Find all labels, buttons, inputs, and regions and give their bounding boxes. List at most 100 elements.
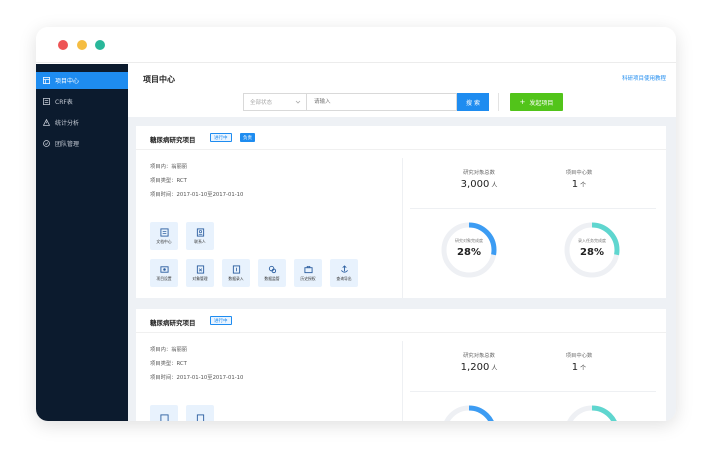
centers-count-value: 1个: [534, 362, 624, 373]
status-select-value: 全部状态: [250, 100, 273, 106]
settings-icon: [159, 265, 169, 274]
minimize-window-button[interactable]: [77, 40, 87, 50]
subject-completion-donut: 研究对象完成度 28%: [440, 221, 498, 279]
subject-icon: [196, 264, 205, 274]
toolbar-divider: [498, 93, 499, 111]
plus-icon: +: [519, 98, 526, 106]
donut-label: 录入任务完成度: [578, 238, 606, 243]
data-entry-button[interactable]: 数据录入: [222, 259, 250, 287]
sidebar-item-label: 团队管理: [55, 141, 80, 148]
main-content: 项目中心 科研项目使用教程 全部状态 搜 索 + 发起项目 糖尿病研究项目 进行…: [128, 64, 676, 421]
warning-icon: [43, 119, 50, 126]
centers-count-value: 1个: [534, 179, 624, 190]
query-export-button[interactable]: 查询导出: [330, 259, 358, 287]
project-card-header: 糖尿病研究项目 进行中 负责: [136, 126, 666, 150]
data-entry-icon: [232, 264, 241, 274]
project-type: 项目类型：RCT: [150, 178, 187, 184]
function-label: 数据监管: [264, 275, 280, 281]
document-icon: [159, 227, 169, 237]
centers-count-number: 1: [571, 179, 579, 190]
create-project-label: 发起项目: [529, 99, 554, 107]
project-settings-button[interactable]: 项目设置: [150, 259, 178, 287]
project-owner: 项目内：翁丽丽: [150, 347, 188, 353]
title-bar: [36, 27, 676, 63]
sidebar-item-label: 统计分析: [55, 120, 80, 127]
status-badge: 进行中: [210, 133, 232, 142]
donut-label: 研究对象完成度: [455, 238, 483, 243]
grid-icon: [43, 77, 50, 84]
chevron-down-icon: [295, 99, 301, 105]
form-icon: [43, 98, 50, 105]
contacts-icon: [196, 413, 205, 421]
donut-percent: 28%: [580, 247, 604, 258]
create-project-button[interactable]: + 发起项目: [510, 93, 563, 111]
subjects-total-unit: 人: [491, 182, 498, 189]
centers-count-number: 1: [571, 362, 579, 373]
maximize-window-button[interactable]: [95, 40, 105, 50]
sidebar-item-crf[interactable]: CRF表: [36, 93, 128, 110]
function-label: 历史授权: [300, 275, 316, 281]
page-title: 项目中心: [143, 75, 175, 84]
centers-count-unit: 个: [580, 182, 587, 189]
function-label: 项目设置: [156, 275, 172, 281]
subjects-total-value: 1,200 人: [434, 362, 524, 373]
project-card: 糖尿病研究项目 进行中 负责 项目内：翁丽丽 项目类型：RCT 项目时间：201…: [136, 126, 666, 298]
sidebar-item-statistics[interactable]: 统计分析: [36, 114, 128, 131]
sidebar-item-projects[interactable]: 项目中心: [36, 72, 128, 89]
sidebar: 项目中心 CRF表 统计分析 团队管理: [36, 64, 128, 421]
export-icon: [340, 264, 349, 274]
subjects-total-value: 3,000 人: [434, 179, 524, 190]
monitor-icon: [268, 265, 277, 274]
app-window: 项目中心 CRF表 统计分析 团队管理 项目中心 科研项目使用教程 全部状态 搜…: [36, 27, 676, 421]
document-center-button[interactable]: 文档中心: [150, 222, 178, 250]
contacts-icon: [196, 227, 205, 237]
document-center-button[interactable]: [150, 405, 178, 421]
function-label: 对象管理: [192, 275, 208, 281]
project-title[interactable]: 糖尿病研究项目: [150, 134, 196, 144]
project-time: 项目时间：2017-01-10至2017-01-10: [150, 375, 244, 381]
close-window-button[interactable]: [58, 40, 68, 50]
contacts-button[interactable]: [186, 405, 214, 421]
tutorial-link[interactable]: 科研项目使用教程: [622, 74, 666, 82]
subject-completion-donut: [440, 404, 498, 421]
project-owner: 项目内：翁丽丽: [150, 164, 188, 170]
history-authorization-button[interactable]: 历史授权: [294, 259, 322, 287]
entry-completion-donut: 录入任务完成度 28%: [563, 221, 621, 279]
search-input[interactable]: [306, 93, 457, 111]
sidebar-item-team[interactable]: 团队管理: [36, 135, 128, 152]
centers-count-label: 项目中心数: [565, 170, 593, 176]
subjects-total-label: 研究对象总数: [463, 353, 495, 359]
subjects-total-number: 1,200: [460, 362, 490, 373]
sidebar-item-label: 项目中心: [55, 78, 80, 85]
stats-divider: [410, 391, 656, 392]
function-label: 数据录入: [228, 275, 244, 281]
function-label: 文档中心: [156, 238, 172, 244]
subjects-total-label: 研究对象总数: [463, 170, 495, 176]
function-label: 查询导出: [336, 275, 352, 281]
role-badge: 负责: [240, 133, 255, 142]
status-select[interactable]: 全部状态: [243, 93, 307, 111]
search-button[interactable]: 搜 索: [457, 93, 489, 111]
sidebar-item-label: CRF表: [55, 99, 73, 106]
project-card-header: 糖尿病研究项目 进行中: [136, 309, 666, 333]
card-divider: [402, 158, 403, 298]
stats-divider: [410, 208, 656, 209]
project-title[interactable]: 糖尿病研究项目: [150, 317, 196, 327]
check-circle-icon: [43, 140, 50, 147]
project-time: 项目时间：2017-01-10至2017-01-10: [150, 192, 244, 198]
entry-completion-donut: [563, 404, 621, 421]
centers-count-unit: 个: [580, 365, 587, 372]
project-type: 项目类型：RCT: [150, 361, 187, 367]
centers-count-label: 项目中心数: [565, 353, 593, 359]
history-icon: [303, 265, 313, 274]
data-monitoring-button[interactable]: 数据监管: [258, 259, 286, 287]
subjects-total-unit: 人: [491, 365, 498, 372]
subject-management-button[interactable]: 对象管理: [186, 259, 214, 287]
donut-percent: 28%: [457, 247, 481, 258]
card-divider: [402, 341, 403, 421]
top-toolbar: 项目中心 科研项目使用教程 全部状态 搜 索 + 发起项目: [128, 64, 676, 117]
document-icon: [159, 413, 169, 421]
contacts-button[interactable]: 联系人: [186, 222, 214, 250]
status-badge: 进行中: [210, 316, 232, 325]
project-card: 糖尿病研究项目 进行中 项目内：翁丽丽 项目类型：RCT 项目时间：2017-0…: [136, 309, 666, 421]
